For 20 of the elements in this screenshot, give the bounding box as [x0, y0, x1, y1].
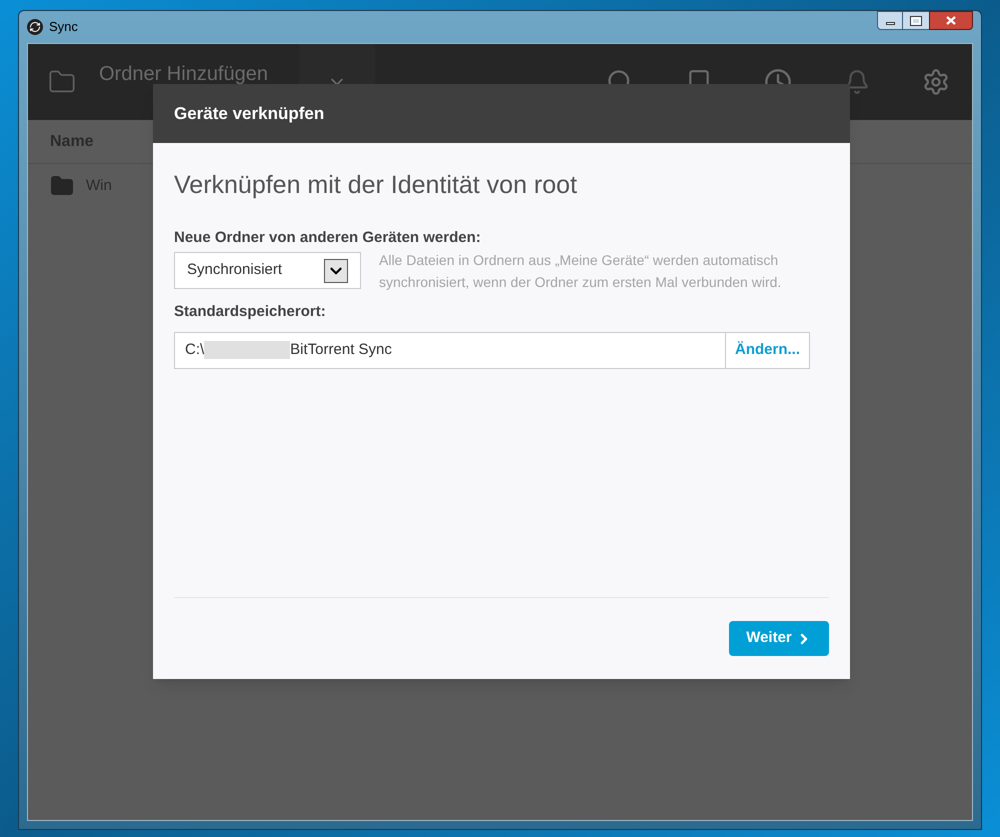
change-button[interactable]: Ändern...	[724, 332, 809, 368]
minimize-icon	[886, 22, 894, 25]
next-button[interactable]: Weiter	[729, 621, 829, 656]
app-logo-icon	[27, 19, 43, 35]
hint-text: Alle Dateien in Ordnern aus „Meine Geräte“ werden automatisch synchronisiert, wenn der Ordner zum ersten Mal verbunden wird.	[379, 251, 782, 292]
dialog-heading: Verknüpfen mit der Identität von root	[174, 170, 578, 201]
window-title: Sync	[49, 18, 78, 36]
sync-mode-dropdown[interactable]: Synchronisiert	[174, 252, 361, 289]
maximize-icon	[911, 16, 921, 24]
close-icon	[946, 16, 956, 25]
add-folder-button[interactable]: Ordner Hinzufügen	[99, 62, 299, 86]
maximize-button[interactable]	[903, 11, 929, 30]
minimize-button[interactable]	[877, 11, 903, 30]
location-field[interactable]: C:\ BitTorrent Sync Ändern...	[174, 332, 810, 368]
field-label: Neue Ordner von anderen Geräten werden:	[174, 228, 482, 248]
dialog-title: Geräte verknüpfen	[174, 102, 324, 125]
field-label: Standardspeicherort:	[174, 302, 327, 322]
close-button[interactable]	[929, 11, 973, 30]
settings-icon[interactable]	[922, 68, 950, 96]
folder-icon	[50, 174, 74, 198]
